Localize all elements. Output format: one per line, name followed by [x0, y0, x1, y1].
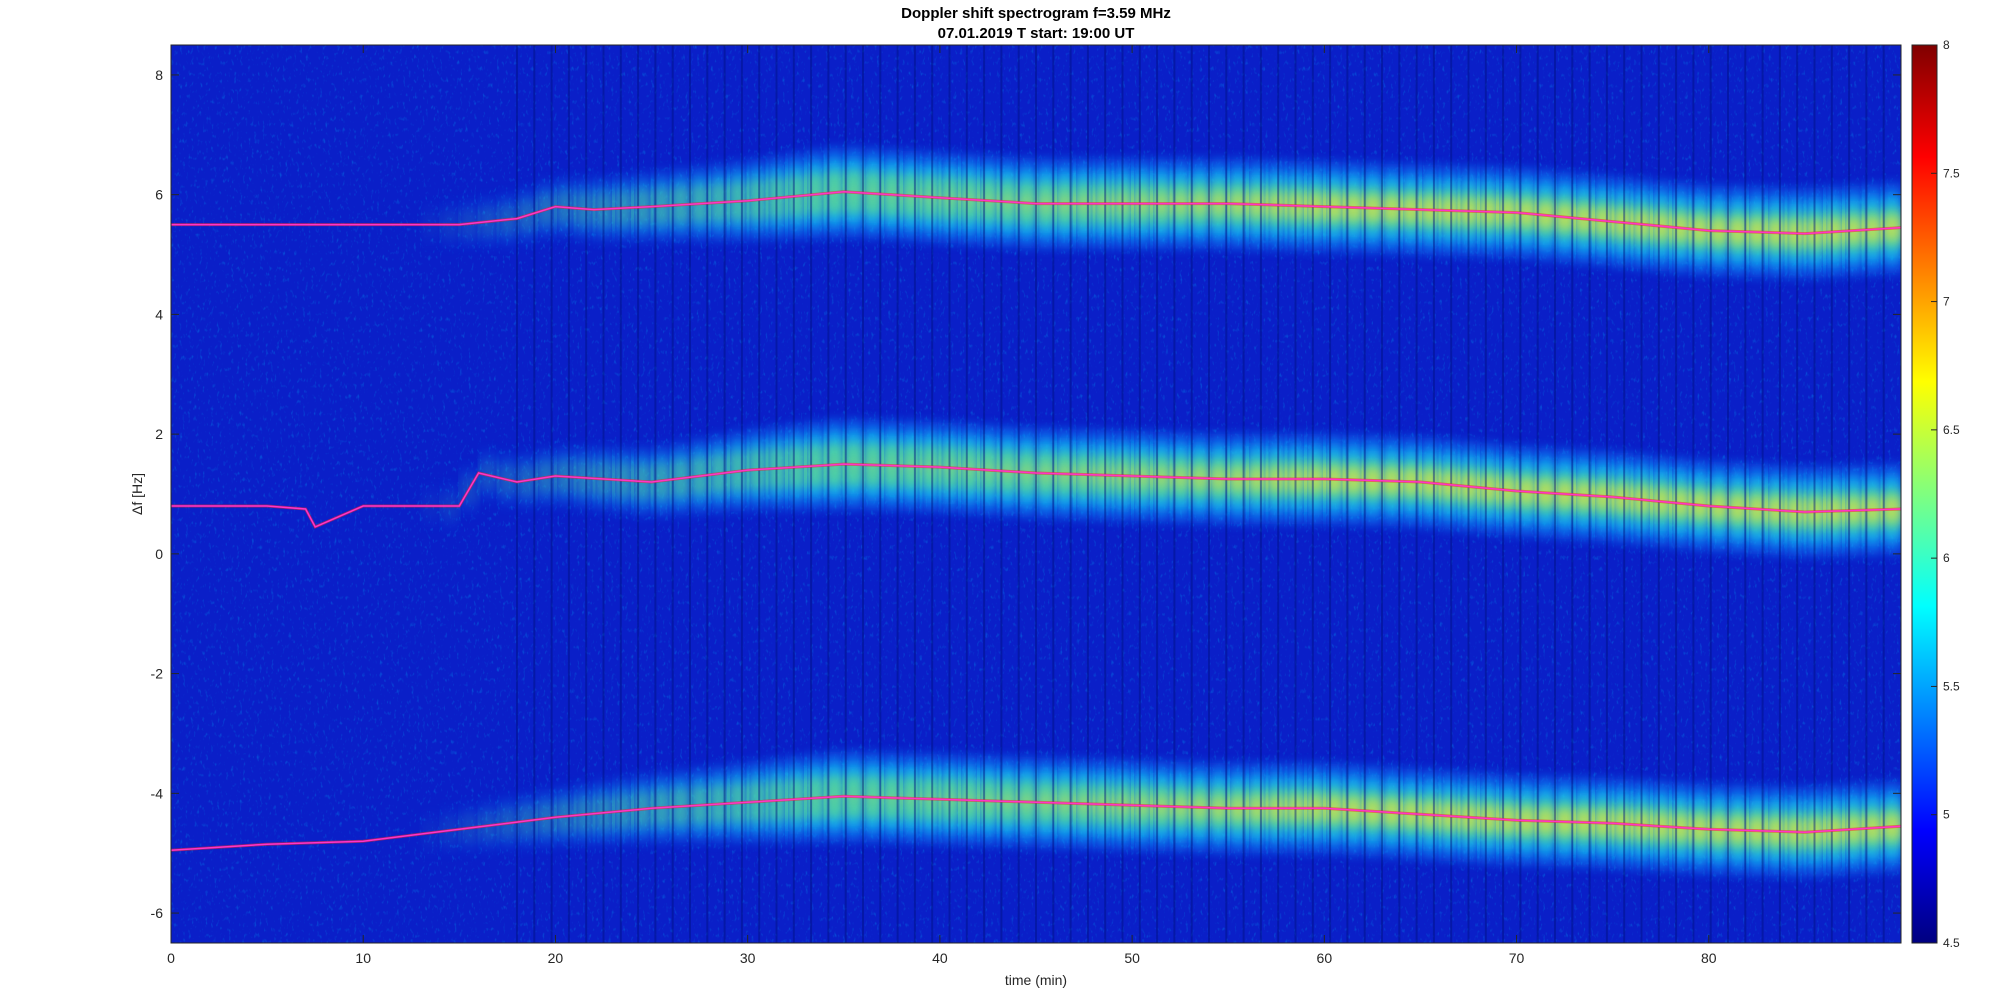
colorbar-tick-label: 4.5 — [1943, 936, 1960, 950]
y-tick-label: 2 — [155, 426, 163, 442]
x-tick-label: 60 — [1317, 950, 1333, 966]
y-tick-label: -4 — [151, 785, 164, 801]
y-tick-label: -6 — [151, 905, 164, 921]
colorbar-tick-label: 7 — [1943, 295, 1950, 309]
x-axis-label: time (min) — [1005, 972, 1067, 988]
y-tick-label: 6 — [155, 187, 163, 203]
colorbar-tick-label: 5.5 — [1943, 679, 1960, 693]
y-tick-label: 4 — [155, 306, 163, 322]
x-tick-label: 50 — [1124, 950, 1140, 966]
x-tick-label: 70 — [1509, 950, 1525, 966]
colorbar-tick-label: 8 — [1943, 38, 1950, 52]
plot-area — [170, 44, 1902, 944]
colorbar-tick-label: 7.5 — [1943, 166, 1960, 180]
x-tick-label: 40 — [932, 950, 948, 966]
x-tick-label: 0 — [167, 950, 175, 966]
y-tick-label: 0 — [155, 546, 163, 562]
x-tick-label: 10 — [355, 950, 371, 966]
y-tick-label: -2 — [151, 666, 164, 682]
x-tick-label: 20 — [548, 950, 564, 966]
colorbar-tick-label: 6.5 — [1943, 423, 1960, 437]
x-tick-label: 80 — [1701, 950, 1717, 966]
spectrogram-figure: 0 10 20 30 40 50 60 70 80 -6 -4 -2 0 2 4 6 8 time (min)… — [129, 38, 1960, 988]
y-tick-label: 8 — [155, 67, 163, 83]
x-tick-label: 30 — [740, 950, 756, 966]
y-axis-label: Δf [Hz] — [129, 473, 145, 515]
colorbar-tick-label: 6 — [1943, 551, 1950, 565]
colorbar-gradient — [1911, 44, 1938, 944]
colorbar: 4.5 5 5.5 6 6.5 7 7.5 8 — [1911, 38, 1960, 950]
colorbar-tick-label: 5 — [1943, 808, 1950, 822]
